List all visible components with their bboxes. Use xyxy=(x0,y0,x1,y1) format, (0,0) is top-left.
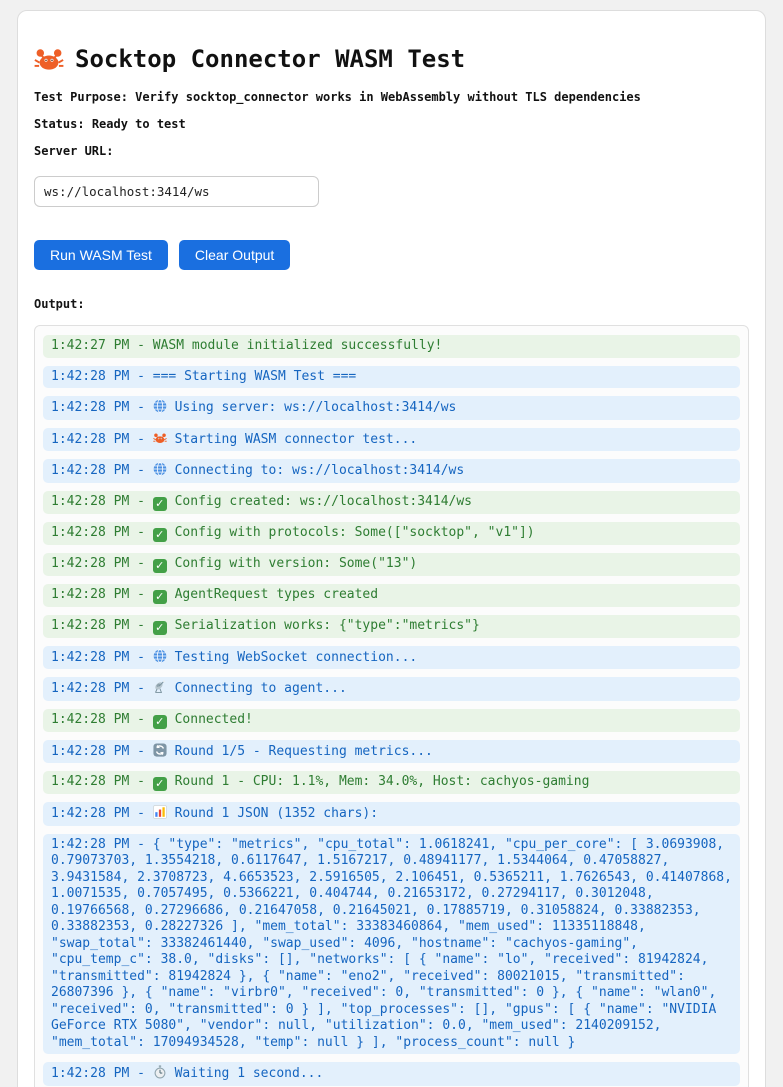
log-entry: 1:42:28 PM - Starting WASM connector tes… xyxy=(43,428,740,452)
log-timestamp: 1:42:28 PM xyxy=(51,369,129,384)
log-message: Connecting to: ws://localhost:3414/ws xyxy=(175,463,465,478)
test-purpose-line: Test Purpose: Verify socktop_connector w… xyxy=(34,90,749,104)
log-message: Using server: ws://localhost:3414/ws xyxy=(175,400,457,415)
log-entry: 1:42:28 PM - ✓ Round 1 - CPU: 1.1%, Mem:… xyxy=(43,771,740,794)
log-timestamp: 1:42:27 PM xyxy=(51,338,129,353)
log-entry: 1:42:28 PM - Testing WebSocket connectio… xyxy=(43,646,740,670)
log-message: === Starting WASM Test === xyxy=(153,369,357,384)
check-icon: ✓ xyxy=(153,774,167,791)
log-entry: 1:42:28 PM - ✓ Serialization works: {"ty… xyxy=(43,615,740,638)
globe-icon xyxy=(153,399,167,417)
log-timestamp: 1:42:28 PM xyxy=(51,1066,129,1081)
satellite-icon xyxy=(153,680,167,698)
log-entry: 1:42:28 PM - ✓ Connected! xyxy=(43,709,740,732)
log-entry: 1:42:28 PM - Round 1 JSON (1352 chars): xyxy=(43,802,740,826)
log-timestamp: 1:42:28 PM xyxy=(51,556,129,571)
log-timestamp: 1:42:28 PM xyxy=(51,587,129,602)
log-entry: 1:42:28 PM - ✓ AgentRequest types create… xyxy=(43,584,740,607)
log-message: Config created: ws://localhost:3414/ws xyxy=(175,494,472,509)
check-icon: ✓ xyxy=(153,525,167,542)
page-title-text: Socktop Connector WASM Test xyxy=(75,45,465,73)
globe-icon xyxy=(153,649,167,667)
log-output[interactable]: 1:42:27 PM - WASM module initialized suc… xyxy=(34,325,749,1087)
stopwatch-icon xyxy=(153,1065,167,1083)
main-card: Socktop Connector WASM Test Test Purpose… xyxy=(17,10,766,1087)
crab-icon xyxy=(153,431,167,449)
log-entry: 1:42:27 PM - WASM module initialized suc… xyxy=(43,335,740,358)
clear-output-button[interactable]: Clear Output xyxy=(179,240,290,270)
run-wasm-test-button[interactable]: Run WASM Test xyxy=(34,240,168,270)
check-icon: ✓ xyxy=(153,494,167,511)
server-url-field xyxy=(34,176,749,207)
log-timestamp: 1:42:28 PM xyxy=(51,400,129,415)
log-timestamp: 1:42:28 PM xyxy=(51,712,129,727)
log-entry: 1:42:28 PM - Connecting to agent... xyxy=(43,677,740,701)
log-timestamp: 1:42:28 PM xyxy=(51,463,129,478)
server-url-input[interactable] xyxy=(34,176,319,207)
log-timestamp: 1:42:28 PM xyxy=(51,618,129,633)
log-timestamp: 1:42:28 PM xyxy=(51,774,129,789)
log-timestamp: 1:42:28 PM xyxy=(51,432,129,447)
log-message: Round 1/5 - Requesting metrics... xyxy=(175,744,433,759)
output-label: Output: xyxy=(34,297,749,311)
log-timestamp: 1:42:28 PM xyxy=(51,806,129,821)
log-message: Testing WebSocket connection... xyxy=(175,650,418,665)
log-timestamp: 1:42:28 PM xyxy=(51,650,129,665)
log-message: Starting WASM connector test... xyxy=(175,432,418,447)
log-message: Serialization works: {"type":"metrics"} xyxy=(175,618,480,633)
log-entry: 1:42:28 PM - ✓ Config with version: Some… xyxy=(43,553,740,576)
status-text: Ready to test xyxy=(92,117,186,131)
log-message: { "type": "metrics", "cpu_total": 1.0618… xyxy=(51,837,732,1050)
server-url-label: Server URL: xyxy=(34,144,749,158)
crab-icon xyxy=(34,46,64,72)
test-purpose-label: Test Purpose: xyxy=(34,90,128,104)
log-entry: 1:42:28 PM - { "type": "metrics", "cpu_t… xyxy=(43,834,740,1055)
check-icon: ✓ xyxy=(153,587,167,604)
globe-icon xyxy=(153,462,167,480)
log-message: Round 1 - CPU: 1.1%, Mem: 34.0%, Host: c… xyxy=(175,774,590,789)
page-title: Socktop Connector WASM Test xyxy=(34,45,749,73)
log-entry: 1:42:28 PM - Using server: ws://localhos… xyxy=(43,396,740,420)
log-timestamp: 1:42:28 PM xyxy=(51,681,129,696)
status-label: Status: xyxy=(34,117,85,131)
status-line: Status: Ready to test xyxy=(34,117,749,131)
check-icon: ✓ xyxy=(153,556,167,573)
log-entry: 1:42:28 PM - Waiting 1 second... xyxy=(43,1062,740,1086)
refresh-icon xyxy=(153,743,167,761)
test-purpose-text: Verify socktop_connector works in WebAss… xyxy=(135,90,641,104)
log-message: Round 1 JSON (1352 chars): xyxy=(175,806,379,821)
check-icon: ✓ xyxy=(153,618,167,635)
log-message: Connecting to agent... xyxy=(175,681,347,696)
log-entry: 1:42:28 PM - Connecting to: ws://localho… xyxy=(43,459,740,483)
log-message: Config with version: Some("13") xyxy=(175,556,418,571)
log-entry: 1:42:28 PM - ✓ Config created: ws://loca… xyxy=(43,491,740,514)
log-message: Waiting 1 second... xyxy=(175,1066,324,1081)
log-timestamp: 1:42:28 PM xyxy=(51,744,129,759)
chart-icon xyxy=(153,805,167,823)
log-message: AgentRequest types created xyxy=(175,587,379,602)
log-message: Connected! xyxy=(175,712,253,727)
log-timestamp: 1:42:28 PM xyxy=(51,837,129,852)
log-entry: 1:42:28 PM - Round 1/5 - Requesting metr… xyxy=(43,740,740,764)
check-icon: ✓ xyxy=(153,712,167,729)
log-entry: 1:42:28 PM - ✓ Config with protocols: So… xyxy=(43,522,740,545)
log-message: Config with protocols: Some(["socktop", … xyxy=(175,525,535,540)
log-message: WASM module initialized successfully! xyxy=(153,338,443,353)
log-timestamp: 1:42:28 PM xyxy=(51,494,129,509)
toolbar: Run WASM Test Clear Output xyxy=(34,240,749,270)
log-entry: 1:42:28 PM - === Starting WASM Test === xyxy=(43,366,740,389)
log-timestamp: 1:42:28 PM xyxy=(51,525,129,540)
